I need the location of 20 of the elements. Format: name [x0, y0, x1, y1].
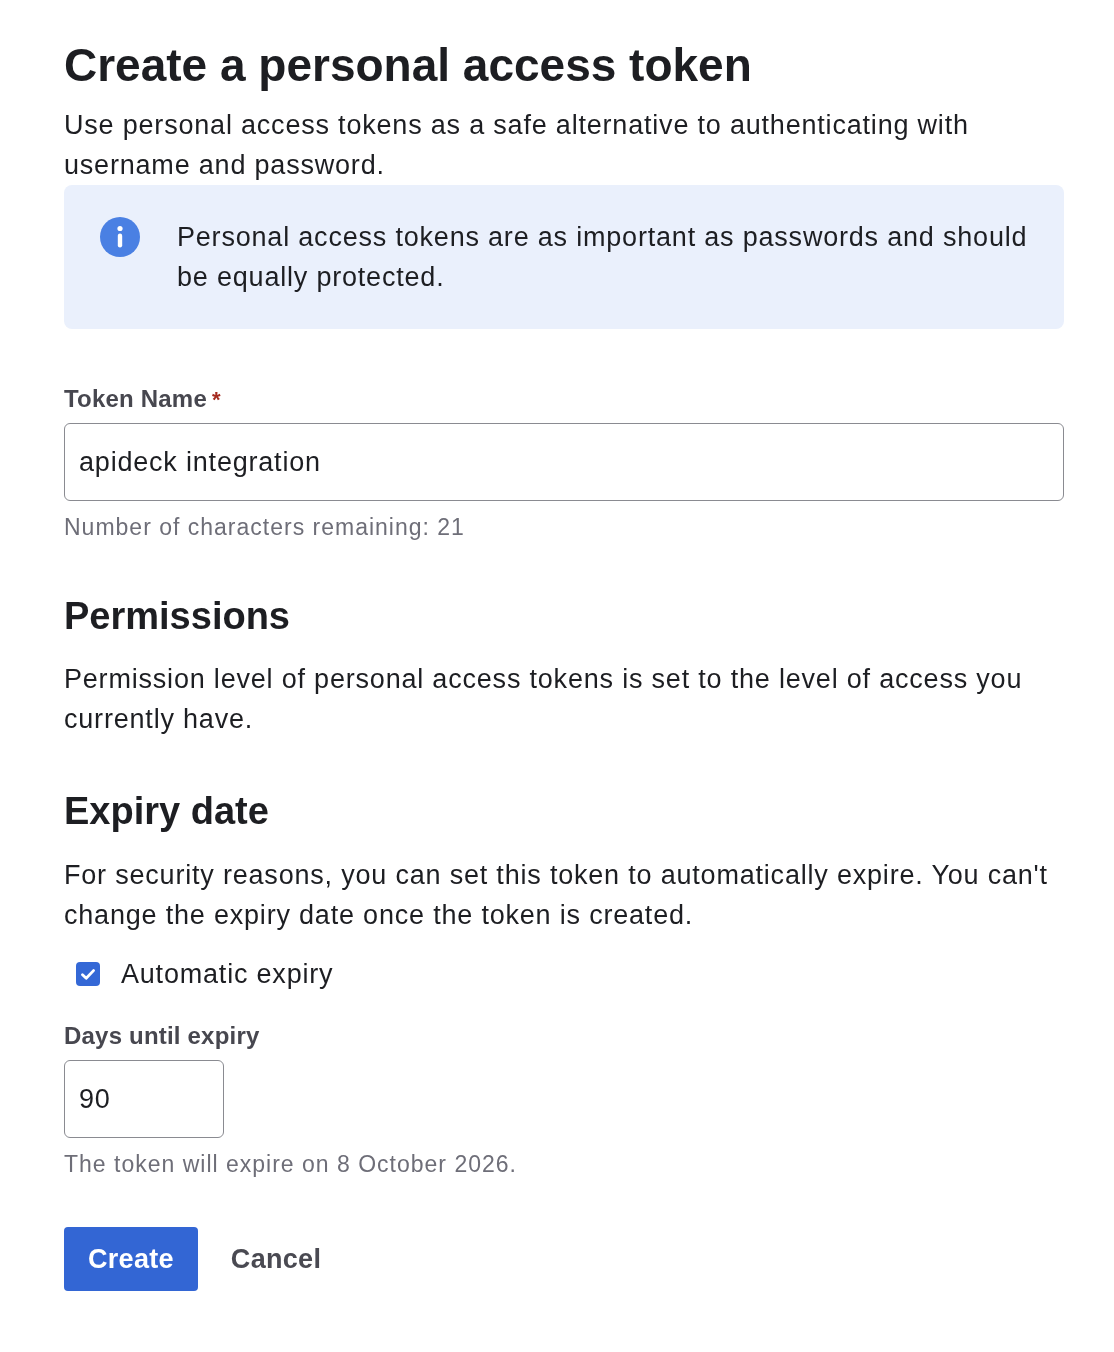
checkmark-icon [81, 968, 95, 980]
input-field[interactable]: apideck integration [64, 423, 1064, 501]
checkbox-label[interactable]: Automatic expiry [121, 954, 334, 994]
cancel-button[interactable]: Cancel [214, 1227, 338, 1291]
checkbox[interactable] [76, 962, 100, 986]
notice-text: Personal access tokens are as important as passwords and should be equally protected. [177, 221, 1029, 294]
page-title: Create a personal access token [64, 38, 753, 93]
section-description: For security reasons, you can set this token to automatically expire. You can't change the expiry date once the token is created. [64, 859, 1049, 932]
field-label: Token Name [64, 384, 207, 414]
section-heading: Permissions [64, 594, 291, 639]
section-heading: Expiry date [64, 789, 270, 834]
page-description: Use personal access tokens as a safe alternative to authenticating with username and password. [64, 109, 970, 182]
required-marker: * [211, 386, 221, 414]
field-hint: The token will expire on 8 October 2026. [64, 1150, 518, 1179]
input-field[interactable]: 90 [64, 1060, 224, 1138]
section-description: Permission level of personal access tokens is set to the level of access you currently have. [64, 663, 1024, 736]
field-label: Days until expiry [64, 1021, 260, 1051]
create-button[interactable]: Create [64, 1227, 198, 1291]
info-icon [100, 217, 140, 257]
field-hint: Number of characters remaining: 21 [64, 513, 466, 542]
